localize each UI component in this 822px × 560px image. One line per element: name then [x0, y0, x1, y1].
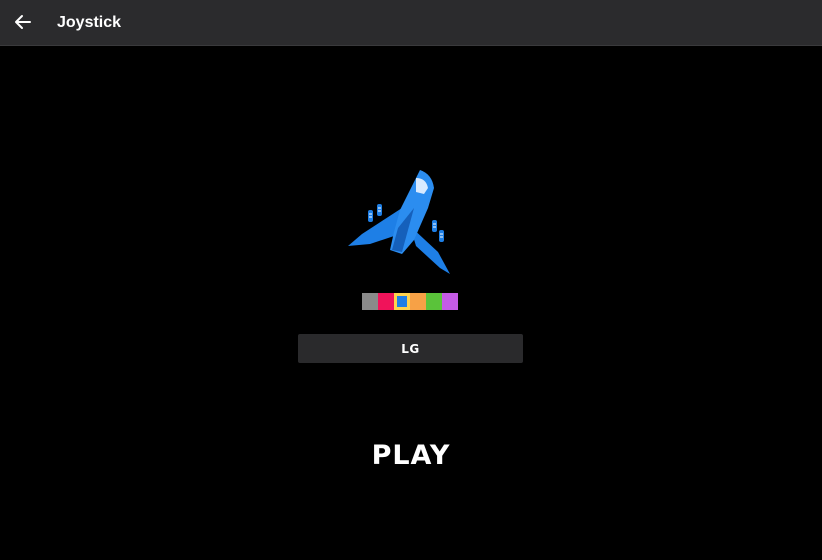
color-swatch-green[interactable] [426, 293, 442, 310]
app-bar: Joystick [0, 0, 822, 46]
arrow-left-icon [15, 15, 31, 29]
spaceship-icon [348, 170, 450, 274]
color-swatch-orange[interactable] [410, 293, 426, 310]
player-name-field[interactable]: LG [298, 334, 523, 363]
color-swatch-gray[interactable] [362, 293, 378, 310]
color-swatch-blue[interactable] [394, 293, 410, 310]
main-content: LG PLAY [0, 46, 822, 560]
play-button[interactable]: PLAY [360, 433, 462, 477]
page-title: Joystick [57, 14, 122, 31]
color-swatch-purple[interactable] [442, 293, 458, 310]
back-button[interactable] [8, 7, 38, 37]
color-swatch-red[interactable] [378, 293, 394, 310]
color-picker [362, 293, 458, 310]
